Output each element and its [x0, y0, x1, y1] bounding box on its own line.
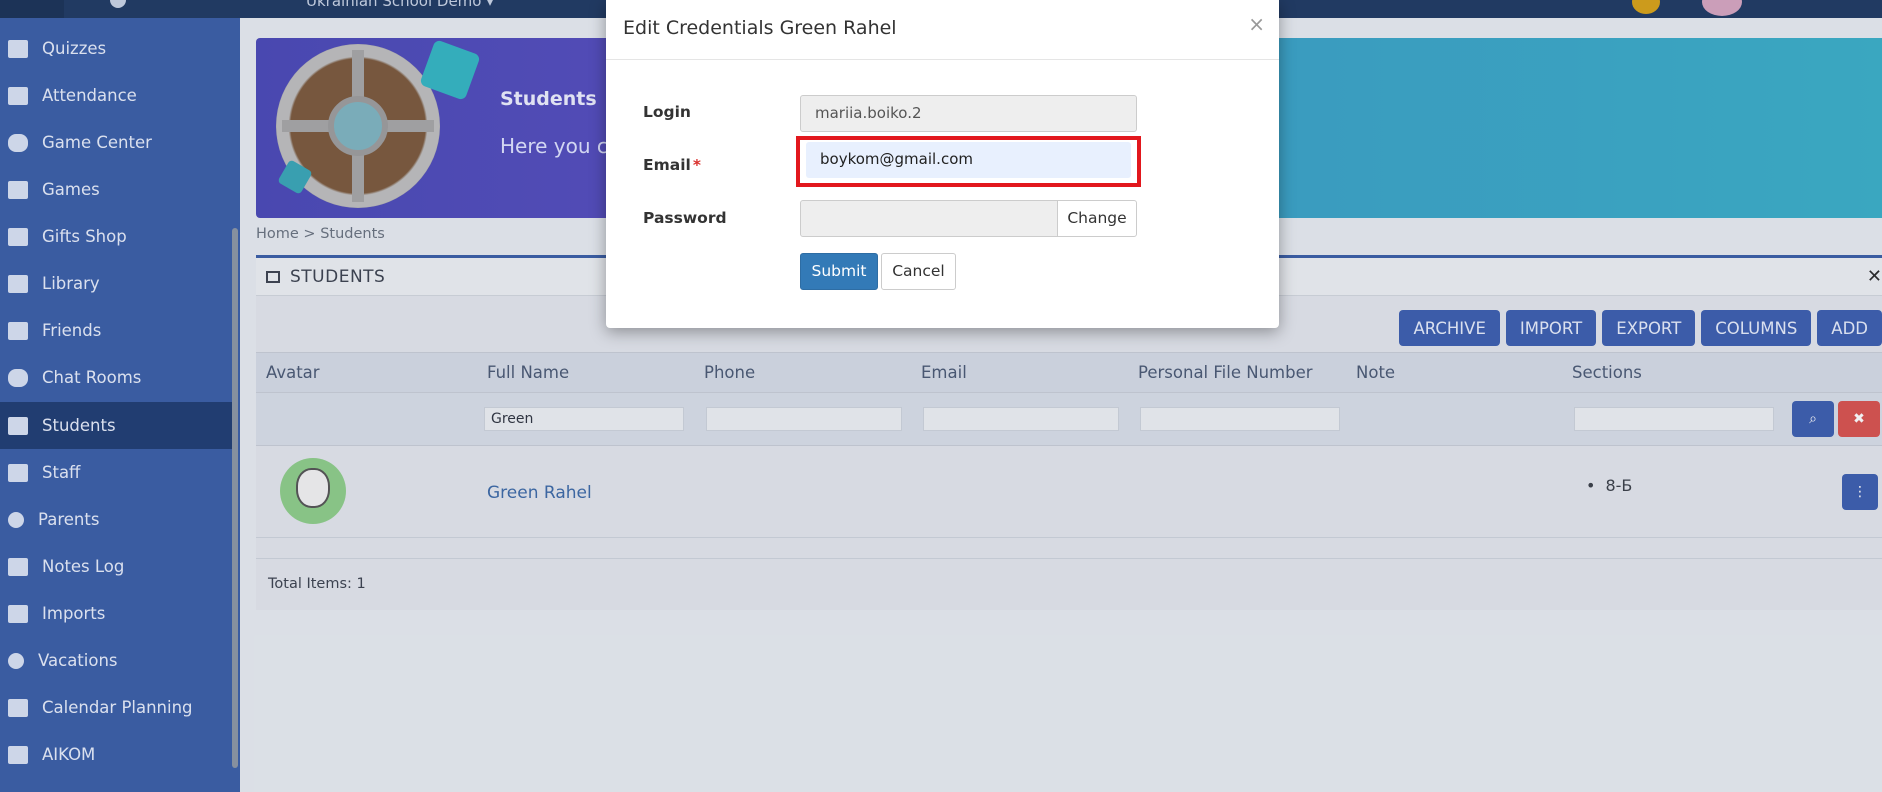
- password-label: Password: [643, 209, 727, 227]
- password-field[interactable]: [800, 200, 1058, 237]
- login-field: mariia.boiko.2: [800, 95, 1137, 132]
- submit-button[interactable]: Submit: [800, 253, 878, 290]
- modal-header: Edit Credentials Green Rahel ×: [606, 0, 1279, 60]
- change-password-button[interactable]: Change: [1057, 200, 1137, 237]
- login-label: Login: [643, 103, 691, 121]
- required-marker: *: [692, 156, 701, 174]
- cancel-button[interactable]: Cancel: [881, 253, 956, 290]
- email-label-text: Email: [643, 156, 691, 174]
- modal-title: Edit Credentials Green Rahel: [623, 17, 897, 39]
- close-icon[interactable]: ×: [1248, 12, 1265, 36]
- email-field-highlight: [796, 136, 1141, 187]
- email-label: Email *: [643, 156, 701, 174]
- edit-credentials-modal: Edit Credentials Green Rahel × Login mar…: [606, 0, 1279, 328]
